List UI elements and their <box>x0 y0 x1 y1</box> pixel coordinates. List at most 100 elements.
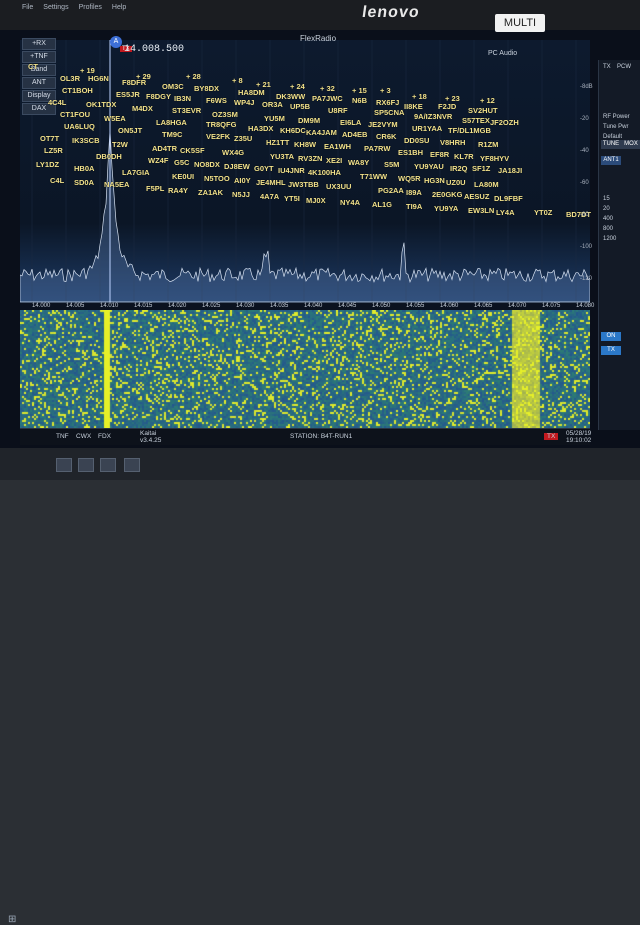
spot-callsign[interactable]: SP5CNA <box>374 108 404 117</box>
spot-callsign[interactable]: SV2HUT <box>468 106 498 115</box>
spot-callsign[interactable]: UA6LUQ <box>64 122 95 131</box>
spot-callsign[interactable]: DJ8EW <box>224 162 250 171</box>
spot-callsign[interactable]: AI0Y <box>234 176 251 185</box>
spot-callsign[interactable]: IR2Q <box>450 164 468 173</box>
spot-callsign[interactable]: YU5M <box>264 114 285 123</box>
spot-callsign[interactable]: WX4G <box>222 148 244 157</box>
spot-callsign[interactable]: TF/DL1MGB <box>448 126 491 135</box>
spot-callsign[interactable]: YU9YAU <box>414 162 444 171</box>
spot-callsign[interactable]: DL9FBF <box>494 194 523 203</box>
spot-callsign[interactable]: BY8DX <box>194 84 219 93</box>
spot-callsign[interactable]: ES1BH <box>398 148 423 157</box>
spot-callsign[interactable]: LA7GIA <box>122 168 150 177</box>
spot-callsign[interactable]: KL7R <box>454 152 474 161</box>
spot-callsign[interactable]: 4C4L <box>48 98 66 107</box>
spot-callsign[interactable]: HG6N <box>88 74 109 83</box>
spot-callsign[interactable]: KE0UI <box>172 172 194 181</box>
spot-callsign[interactable]: + 24 <box>290 82 305 91</box>
spot-callsign[interactable]: PA7RW <box>364 144 390 153</box>
spot-callsign[interactable]: T2W <box>112 140 128 149</box>
spot-callsign[interactable]: C4L <box>50 176 64 185</box>
spot-callsign[interactable]: VE2FK <box>206 132 230 141</box>
spot-callsign[interactable]: ES5JR <box>116 90 140 99</box>
spot-callsign[interactable]: Z35U <box>234 134 252 143</box>
spot-callsign[interactable]: WZ4F <box>148 156 168 165</box>
fdx-toggle[interactable]: FDX <box>98 433 111 440</box>
spot-callsign[interactable]: OL3R <box>60 74 80 83</box>
spot-callsign[interactable]: SD0A <box>74 178 94 187</box>
spot-callsign[interactable]: F5PL <box>146 184 164 193</box>
spot-callsign[interactable]: NY4A <box>340 198 360 207</box>
spot-callsign[interactable]: JE4MHL <box>256 178 286 187</box>
spot-callsign[interactable]: 4K100HA <box>308 168 341 177</box>
spot-callsign[interactable]: + 8 <box>232 76 243 85</box>
spot-callsign[interactable]: RA4Y <box>168 186 188 195</box>
spot-callsign[interactable]: OZ3SM <box>212 110 238 119</box>
spot-callsign[interactable]: KA4JAM <box>306 128 337 137</box>
spot-callsign[interactable]: UP5B <box>290 102 310 111</box>
menu-settings[interactable]: Settings <box>43 4 68 11</box>
spot-callsign[interactable]: EW3LN <box>468 206 494 215</box>
spot-callsign[interactable]: EF8R <box>430 150 449 159</box>
spot-callsign[interactable]: F2JD <box>438 102 456 111</box>
spot-callsign[interactable]: OM3C <box>162 82 184 91</box>
spot-callsign[interactable]: UR1YAA <box>412 124 442 133</box>
spot-callsign[interactable]: LA8HGA <box>156 118 187 127</box>
waterfall[interactable] <box>20 310 590 428</box>
spot-callsign[interactable]: F8DGY <box>146 92 171 101</box>
spot-callsign[interactable]: WP4J <box>234 98 254 107</box>
spot-callsign[interactable]: I89A <box>406 188 422 197</box>
spot-callsign[interactable]: + 18 <box>412 92 427 101</box>
spot-callsign[interactable]: KH6DC <box>280 126 306 135</box>
spot-callsign[interactable]: LZ5R <box>44 146 63 155</box>
spot-callsign[interactable]: DB0DH <box>96 152 122 161</box>
spot-callsign[interactable]: 2E0GKG <box>432 190 462 199</box>
spot-callsign[interactable]: N5TOO <box>204 174 230 183</box>
spot-callsign[interactable]: IU4JNR <box>278 166 305 175</box>
spot-callsign[interactable]: CR6K <box>376 132 396 141</box>
spot-callsign[interactable]: TM9C <box>162 130 182 139</box>
spot-callsign[interactable]: F6WS <box>206 96 227 105</box>
spot-callsign[interactable]: N5JJ <box>232 190 250 199</box>
spot-callsign[interactable]: HB0A <box>74 164 94 173</box>
spot-callsign[interactable]: AESUZ <box>464 192 489 201</box>
spot-callsign[interactable]: LY4A <box>496 208 514 217</box>
spot-callsign[interactable]: JF2OZH <box>490 118 519 127</box>
taskbar-app-icon[interactable] <box>78 458 94 472</box>
tune-button[interactable]: TUNE <box>601 140 621 149</box>
menu-profiles[interactable]: Profiles <box>79 4 102 11</box>
spot-callsign[interactable]: SF1Z <box>472 164 490 173</box>
spot-callsign[interactable]: CT1BOH <box>62 86 93 95</box>
taskbar-app-icon[interactable] <box>100 458 116 472</box>
spot-callsign[interactable]: NA5EA <box>104 180 129 189</box>
spot-callsign[interactable]: JA18JI <box>498 166 522 175</box>
spot-callsign[interactable]: CK5SF <box>180 146 205 155</box>
spot-callsign[interactable]: + 15 <box>352 86 367 95</box>
spot-callsign[interactable]: OT7T <box>40 134 59 143</box>
slice-frequency[interactable]: 14.008.500 <box>124 44 184 55</box>
spot-callsign[interactable]: V8HRH <box>440 138 465 147</box>
spot-callsign[interactable]: YF8HYV <box>480 154 509 163</box>
spot-callsign[interactable]: II8KE <box>404 102 423 111</box>
spot-callsign[interactable]: WA8Y <box>348 158 369 167</box>
spot-callsign[interactable]: DD0SU <box>404 136 429 145</box>
add-rx-button[interactable]: +RX <box>22 38 56 50</box>
spot-callsign[interactable]: AD4TR <box>152 144 177 153</box>
spot-callsign[interactable]: JW3TBB <box>288 180 319 189</box>
spot-callsign[interactable]: W5EA <box>104 114 126 123</box>
spot-callsign[interactable]: TI9A <box>406 202 422 211</box>
spot-callsign[interactable]: HA3DX <box>248 124 273 133</box>
spot-callsign[interactable]: UZ0U <box>446 178 466 187</box>
spot-callsign[interactable]: MJ0X <box>306 196 326 205</box>
spot-callsign[interactable]: AL1G <box>372 200 392 209</box>
spot-callsign[interactable]: AD4EB <box>342 130 367 139</box>
spot-callsign[interactable]: DM9M <box>298 116 320 125</box>
spot-callsign[interactable]: OK1TDX <box>86 100 116 109</box>
menu-file[interactable]: File <box>22 4 33 11</box>
spot-callsign[interactable]: U8RF <box>328 106 348 115</box>
spot-callsign[interactable]: G5C <box>174 158 189 167</box>
spot-callsign[interactable]: IK3SCB <box>72 136 100 145</box>
spot-callsign[interactable]: WQ5R <box>398 174 421 183</box>
spot-callsign[interactable]: + 12 <box>480 96 495 105</box>
spot-callsign[interactable]: LY1DZ <box>36 160 59 169</box>
